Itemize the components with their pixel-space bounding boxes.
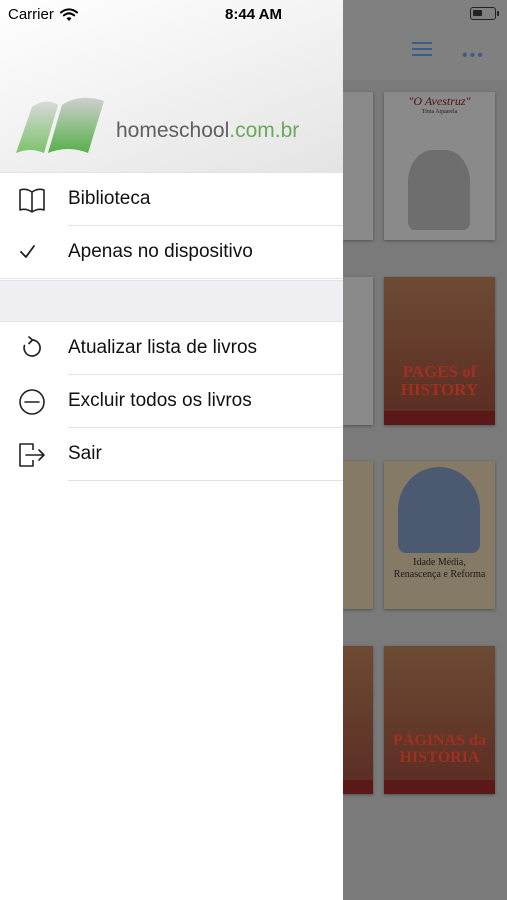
menu-section-actions: Atualizar lista de livros Excluir todos … [0,322,343,481]
side-drawer: homeschool.com.br Carrier Biblioteca Ape… [0,0,343,900]
brand-domain: .com.br [229,119,300,142]
menu-item-label: Excluir todos os livros [68,390,252,411]
book-cover[interactable]: PÁGINAS da HISTÓRIA [384,646,495,794]
menu-item-label: Apenas no dispositivo [68,241,253,262]
brand-logo-text: homeschool.com.br [116,119,299,143]
book-icon [19,188,45,213]
menu-item-label: Sair [68,443,102,464]
menu-item-biblioteca[interactable]: Biblioteca [0,173,343,226]
book-cover[interactable]: Idade Média, Renascença e Reforma [384,461,495,609]
book-cover[interactable] [343,277,373,425]
book-title: "O Avestruz" [408,94,471,108]
more-options-icon[interactable]: ••• [462,47,485,65]
section-spacer [0,280,343,322]
book-cover[interactable]: "O Avestruz" Tinta Aquarela [384,92,495,240]
book-title: Idade Média, Renascença e Reforma [393,557,486,580]
book-cover[interactable] [343,461,373,609]
divider [0,278,343,279]
logout-icon [19,443,45,467]
minus-circle-icon [19,389,45,415]
menu-item-sair[interactable]: Sair [0,428,343,481]
list-view-icon[interactable] [412,42,432,57]
menu-section-library: Biblioteca Apenas no dispositivo [0,172,343,279]
book-cover[interactable] [343,646,373,794]
menu-item-excluir-todos[interactable]: Excluir todos os livros [0,375,343,428]
divider [68,480,343,481]
menu-item-label: Atualizar lista de livros [68,337,258,358]
book-cover[interactable] [343,92,373,240]
book-subtitle: Tinta Aquarela [421,109,458,115]
menu-item-apenas-no-dispositivo[interactable]: Apenas no dispositivo [0,226,343,279]
homeschool-logo-icon [16,97,104,153]
drawer-header: homeschool.com.br [0,0,343,172]
brand-name: homeschool [116,119,230,142]
book-title: PAGES of HISTORY [400,362,479,399]
book-cover[interactable]: PAGES of HISTORY [384,277,495,425]
status-time: 8:44 AM [225,6,282,23]
menu-item-label: Biblioteca [68,188,151,209]
checkmark-icon [20,245,35,258]
refresh-icon [23,336,41,357]
menu-item-atualizar-lista[interactable]: Atualizar lista de livros [0,322,343,375]
book-title: PÁGINAS da HISTÓRIA [393,732,486,766]
